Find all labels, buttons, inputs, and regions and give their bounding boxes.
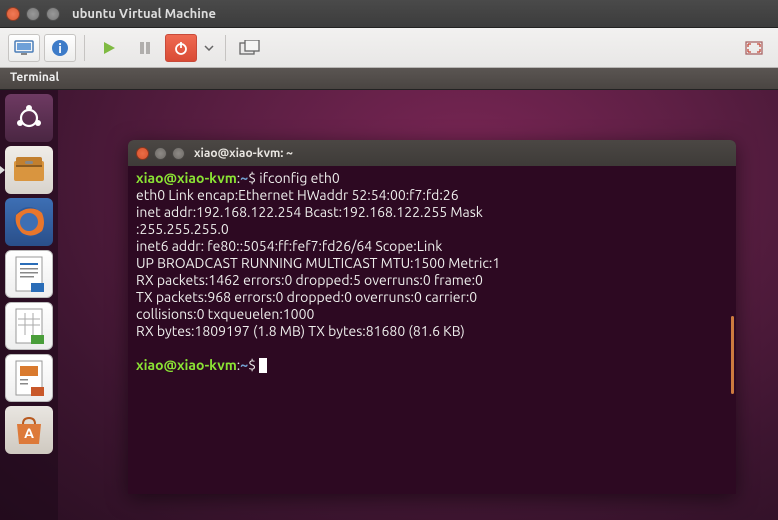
guest-desktop[interactable]: A xiao@xiao-kvm: ~ xiao@xiao-kvm:~$ ifco… xyxy=(0,90,778,520)
presentation-icon xyxy=(12,359,46,397)
ubuntu-logo-icon xyxy=(14,103,44,133)
output-line: inet6 addr: fe80::5054:ff:fef7:fd26/64 S… xyxy=(136,238,728,255)
terminal-titlebar[interactable]: xiao@xiao-kvm: ~ xyxy=(128,140,736,166)
power-dropdown[interactable] xyxy=(201,34,217,62)
vm-maximize-button[interactable] xyxy=(46,7,60,21)
pause-icon xyxy=(138,41,152,55)
play-button[interactable] xyxy=(93,34,125,62)
terminal-body[interactable]: xiao@xiao-kvm:~$ ifconfig eth0 eth0 Link… xyxy=(128,166,736,494)
prompt-user: xiao@xiao-kvm xyxy=(136,170,237,186)
fullscreen-icon xyxy=(239,40,261,56)
vm-minimize-button[interactable] xyxy=(26,7,40,21)
vm-titlebar: ubuntu Virtual Machine xyxy=(0,0,778,28)
info-button[interactable]: i xyxy=(44,34,76,62)
command-text: ifconfig eth0 xyxy=(259,170,340,186)
shopping-bag-icon: A xyxy=(11,414,47,446)
dash-icon[interactable] xyxy=(5,94,53,142)
output-line: eth0 Link encap:Ethernet HWaddr 52:54:00… xyxy=(136,187,728,204)
separator xyxy=(84,35,85,61)
chevron-down-icon xyxy=(204,45,214,51)
monitor-button[interactable] xyxy=(8,34,40,62)
vm-toolbar: i xyxy=(0,28,778,68)
output-line: RX packets:1462 errors:0 dropped:5 overr… xyxy=(136,272,728,289)
fullscreen-button[interactable] xyxy=(234,34,266,62)
active-tab-label[interactable]: Terminal xyxy=(0,68,778,90)
terminal-minimize-button[interactable] xyxy=(154,147,167,160)
separator xyxy=(225,35,226,61)
svg-text:A: A xyxy=(24,425,34,441)
firefox-icon[interactable] xyxy=(5,198,53,246)
calc-icon[interactable] xyxy=(5,302,53,350)
monitor-icon xyxy=(14,40,34,56)
unity-launcher: A xyxy=(0,90,58,520)
terminal-title: xiao@xiao-kvm: ~ xyxy=(194,147,293,160)
spreadsheet-icon xyxy=(12,307,46,345)
power-icon xyxy=(174,41,188,55)
vm-close-button[interactable] xyxy=(6,7,20,21)
terminal-close-button[interactable] xyxy=(136,147,149,160)
software-center-icon[interactable]: A xyxy=(5,406,53,454)
output-line: RX bytes:1809197 (1.8 MB) TX bytes:81680… xyxy=(136,323,728,340)
fit-icon xyxy=(745,41,763,55)
firefox-logo-icon xyxy=(10,203,48,241)
document-icon xyxy=(12,255,46,293)
output-line: UP BROADCAST RUNNING MULTICAST MTU:1500 … xyxy=(136,255,728,272)
play-icon xyxy=(101,40,117,56)
output-line: inet addr:192.168.122.254 Bcast:192.168.… xyxy=(136,204,728,221)
impress-icon[interactable] xyxy=(5,354,53,402)
fit-button[interactable] xyxy=(738,34,770,62)
output-line: TX packets:968 errors:0 dropped:0 overru… xyxy=(136,289,728,306)
writer-icon[interactable] xyxy=(5,250,53,298)
power-button[interactable] xyxy=(165,34,197,62)
prompt-user: xiao@xiao-kvm xyxy=(136,357,237,373)
prompt-path: ~ xyxy=(240,170,248,186)
cursor xyxy=(259,358,267,373)
terminal-window: xiao@xiao-kvm: ~ xiao@xiao-kvm:~$ ifconf… xyxy=(128,140,736,494)
vm-title: ubuntu Virtual Machine xyxy=(72,7,216,21)
terminal-maximize-button[interactable] xyxy=(172,147,185,160)
active-arrow-icon xyxy=(0,166,5,174)
output-line: collisions:0 txqueuelen:1000 xyxy=(136,306,728,323)
svg-text:i: i xyxy=(58,42,62,56)
pause-button[interactable] xyxy=(129,34,161,62)
info-icon: i xyxy=(51,39,69,57)
files-icon[interactable] xyxy=(5,146,53,194)
prompt-path: ~ xyxy=(240,357,248,373)
output-line: :255.255.255.0 xyxy=(136,221,728,238)
terminal-scrollbar[interactable] xyxy=(731,316,734,394)
file-manager-icon xyxy=(12,155,46,185)
